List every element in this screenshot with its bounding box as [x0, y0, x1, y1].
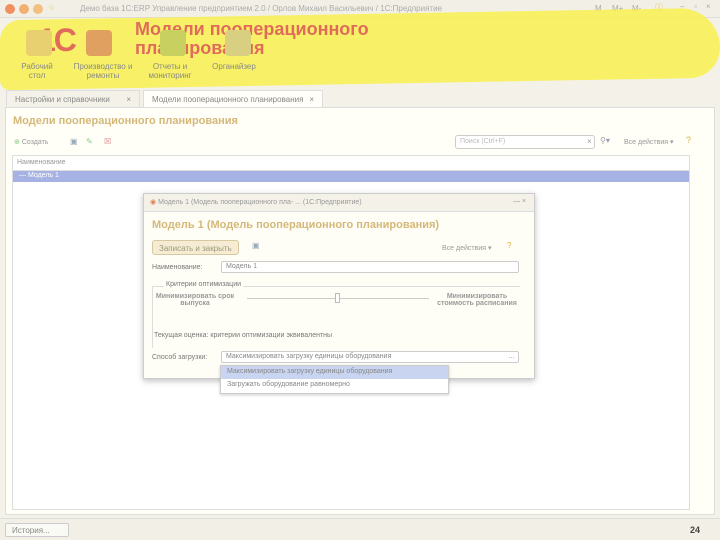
close-tab-icon[interactable]: ×: [126, 95, 131, 104]
model-dialog: ◉ Модель 1 (Модель пооперационного пла- …: [143, 193, 535, 379]
tab-settings[interactable]: Настройки и справочники ×: [6, 90, 140, 107]
load-value: Максимизировать загрузку единицы оборудо…: [226, 353, 392, 360]
edit-icon[interactable]: ✎: [86, 137, 93, 146]
app-icon: [5, 4, 15, 14]
save-close-button[interactable]: Записать и закрыть: [152, 240, 239, 255]
left-criterion: Минимизировать срок выпуска: [155, 293, 235, 307]
forward-icon[interactable]: [33, 4, 43, 14]
load-label: Способ загрузки:: [152, 354, 208, 361]
search-input[interactable]: Поиск (Ctrl+F): [455, 135, 595, 149]
page-title: Модели пооперационного планирования: [13, 115, 238, 127]
ellipsis-icon[interactable]: …: [508, 353, 515, 360]
load-method-dropdown: Максимизировать загрузку единицы оборудо…: [220, 365, 449, 394]
tab-models[interactable]: Модели пооперационного планирования ×: [143, 90, 323, 107]
column-header-name[interactable]: Наименование: [13, 156, 689, 171]
desktop-icon[interactable]: [26, 30, 52, 56]
back-icon[interactable]: [19, 4, 29, 14]
save-icon[interactable]: ▣: [252, 241, 260, 250]
copy-icon[interactable]: ▣: [70, 137, 78, 146]
clear-search-icon[interactable]: ×: [587, 137, 592, 146]
dialog-window-title: Модель 1 (Модель пооперационного пла- ..…: [158, 199, 362, 206]
nav-desktop[interactable]: Рабочий стол: [14, 62, 60, 80]
dialog-titlebar: ◉ Модель 1 (Модель пооперационного пла- …: [144, 194, 534, 212]
help-icon[interactable]: ?: [686, 135, 691, 145]
estimate-text: Текущая оценка: критерии оптимизации экв…: [154, 332, 333, 339]
plus-icon: ⊕: [14, 139, 20, 146]
1c-icon: ◉: [150, 199, 157, 206]
page-number: 24: [690, 525, 701, 535]
all-actions-menu[interactable]: Все действия ▾: [624, 138, 673, 146]
criteria-label: Критерии оптимизации: [164, 281, 244, 288]
dropdown-option[interactable]: Максимизировать загрузку единицы оборудо…: [221, 366, 448, 379]
reports-icon[interactable]: [160, 30, 186, 56]
window-title: Демо база 1С:ERP Управление предприятием…: [80, 4, 442, 13]
dialog-help-icon[interactable]: ?: [507, 241, 511, 250]
dialog-title: Модель 1 (Модель пооперационного планиро…: [152, 219, 440, 231]
slider-thumb[interactable]: [335, 293, 340, 303]
dropdown-option[interactable]: Загружать оборудование равномерно: [221, 379, 448, 392]
name-label: Наименование:: [152, 264, 203, 271]
search-icon[interactable]: ⚲▾: [600, 136, 610, 145]
table-row[interactable]: — Модель 1: [13, 171, 689, 182]
nav-organizer[interactable]: Органайзер: [204, 62, 264, 71]
name-field[interactable]: Модель 1: [221, 261, 519, 273]
nav-production[interactable]: Производство и ремонты: [72, 62, 134, 80]
nav-reports[interactable]: Отчеты и мониторинг: [144, 62, 196, 80]
close-tab-icon[interactable]: ×: [309, 95, 314, 104]
favorite-star-icon[interactable]: ☆: [48, 3, 55, 12]
dialog-all-actions[interactable]: Все действия ▾: [442, 244, 491, 252]
production-icon[interactable]: [86, 30, 112, 56]
history-button[interactable]: История...: [5, 523, 69, 537]
close-icon[interactable]: ×: [706, 2, 711, 11]
tab-label: Модели пооперационного планирования: [152, 95, 304, 104]
load-method-select[interactable]: Максимизировать загрузку единицы оборудо…: [221, 351, 519, 363]
organizer-icon[interactable]: [225, 30, 251, 56]
row-name: Модель 1: [27, 172, 59, 179]
status-bar: История... 24: [0, 518, 720, 540]
right-criterion: Минимизировать стоимость расписания: [437, 293, 517, 307]
create-button[interactable]: ⊕ Создать: [14, 138, 48, 146]
create-label: Создать: [21, 139, 49, 146]
delete-icon[interactable]: ☒: [104, 137, 111, 146]
dialog-close-icon[interactable]: — ×: [513, 198, 526, 205]
restore-icon[interactable]: ▫: [694, 2, 697, 11]
tab-label: Настройки и справочники: [15, 95, 110, 104]
